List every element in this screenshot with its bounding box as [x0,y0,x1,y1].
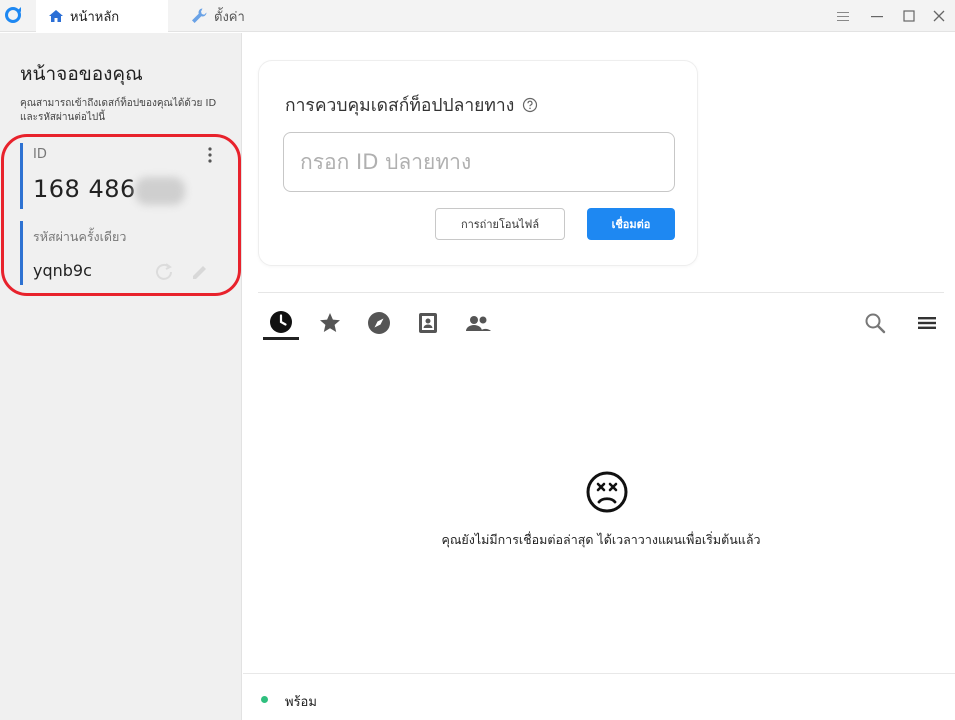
tab-group[interactable] [460,306,496,340]
tab-home[interactable]: หน้าหลัก [36,0,168,32]
tab-address-book[interactable] [410,306,446,340]
tab-favorites[interactable] [312,306,348,340]
list-view-icon [918,317,936,329]
remote-control-card: การควบคุมเดสก์ท็อปปลายทาง การถ่ายโอนไฟล์… [258,60,698,266]
search-icon [865,313,886,334]
highlight-annotation [1,134,241,296]
remote-card-title: การควบคุมเดสก์ท็อปปลายทาง [285,91,538,119]
maximize-icon [903,10,915,22]
address-book-icon [419,313,437,333]
wrench-icon [192,8,207,23]
hamburger-icon [837,12,849,21]
compass-icon [368,312,390,334]
search-button[interactable] [860,308,890,338]
tab-recent[interactable] [263,306,299,340]
sidebar-title: หน้าจอของคุณ [20,63,143,85]
tab-settings-label: ตั้งค่า [214,9,245,25]
tab-settings[interactable]: ตั้งค่า [178,0,274,32]
home-icon [49,10,63,22]
sidebar: หน้าจอของคุณ คุณสามารถเข้าถึงเดสก์ท็อปขอ… [0,33,242,720]
star-icon [320,313,340,332]
close-button[interactable] [923,0,955,32]
tab-home-label: หน้าหลัก [70,9,120,25]
remote-id-input[interactable] [283,132,675,192]
help-icon[interactable] [522,97,538,113]
tab-discovered[interactable] [361,306,397,340]
history-clock-icon [270,310,292,333]
sidebar-description: คุณสามารถเข้าถึงเดสก์ท็อปของคุณได้ด้วย I… [20,98,217,123]
file-transfer-button[interactable]: การถ่ายโอนไฟล์ [435,208,565,240]
minimize-icon [871,16,883,18]
title-bar: หน้าหลัก ตั้งค่า [0,0,955,32]
maximize-button[interactable] [893,0,925,32]
window-menu-button[interactable] [827,0,859,32]
status-text: พร้อม [285,695,317,710]
empty-state-message: คุณยังไม่มีการเชื่อมต่อล่าสุด ได้เวลาวาง… [441,532,761,547]
remote-card-title-text: การควบคุมเดสก์ท็อปปลายทาง [285,96,515,116]
close-icon [933,10,945,22]
view-toggle-button[interactable] [912,308,942,338]
status-bar: พร้อม [243,673,955,720]
minimize-button[interactable] [861,0,893,32]
connect-button[interactable]: เชื่อมต่อ [587,208,675,240]
section-divider [258,292,944,293]
status-indicator-dot [261,696,268,703]
app-logo-icon [5,7,21,23]
sad-face-icon [586,471,628,513]
group-icon [466,316,491,331]
